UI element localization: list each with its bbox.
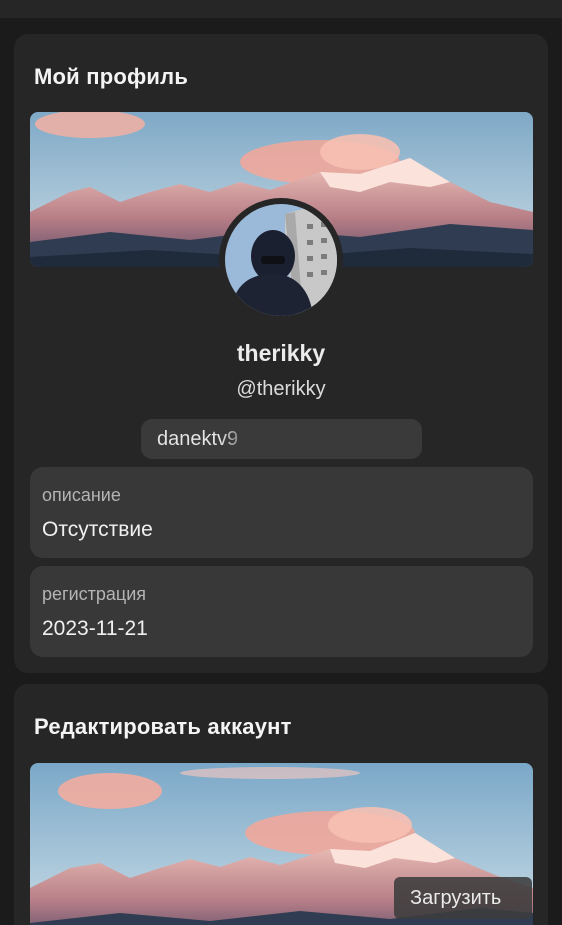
top-bar [0,0,562,18]
username: @therikky [236,378,326,400]
description-value: Отсутствие [42,518,153,541]
edit-card-title: Редактировать аккаунт [34,714,292,739]
description-label: описание [42,485,121,505]
description-box: описание Отсутствие [30,467,533,558]
registration-value: 2023-11-21 [42,617,148,640]
avatar[interactable] [219,198,343,322]
registration-label: регистрация [42,584,147,604]
registration-box: регистрация 2023-11-21 [30,566,533,657]
tag-value: danektv9 [157,428,239,450]
profile-card-title: Мой профиль [34,64,189,89]
upload-button[interactable]: Загрузить [394,877,532,919]
avatar-image [225,204,337,316]
display-name: therikky [236,340,326,366]
profile-card: Мой профиль therikky @therikky danektv9 … [14,34,548,673]
tag-field[interactable]: danektv9 [141,419,422,459]
edit-account-card: Редактировать аккаунт Загрузить [14,684,548,925]
